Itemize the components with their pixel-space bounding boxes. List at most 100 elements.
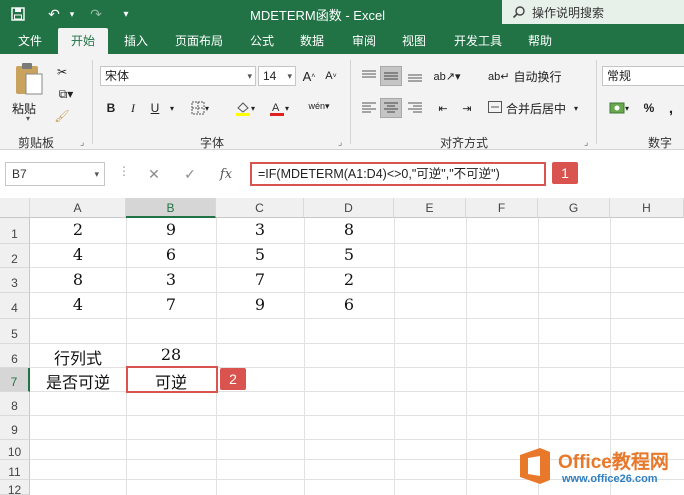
row-header-6[interactable]: 6 [0,344,30,368]
column-header-g[interactable]: G [538,198,610,218]
column-header-a[interactable]: A [30,198,126,218]
cell-a4[interactable]: 4 [30,295,126,314]
cell-b1[interactable]: 9 [126,220,216,239]
fill-color-icon[interactable]: ▾ [232,98,258,118]
cell-d2[interactable]: 5 [304,245,394,264]
cell-b4[interactable]: 7 [126,295,216,314]
alignment-group-label: 对齐方式 [440,136,489,150]
cell-a7[interactable]: 是否可逆 [30,369,126,393]
enter-icon[interactable]: ✓ [172,166,208,183]
row-header-5[interactable]: 5 [0,319,30,344]
decrease-indent-icon[interactable]: ⇤ [432,98,454,118]
row-header-1[interactable]: 1 [0,218,30,244]
tab-developer[interactable]: 开发工具 [444,28,512,54]
save-icon[interactable] [8,4,28,24]
cell-a3[interactable]: 8 [30,270,126,289]
increase-indent-icon[interactable]: ⇥ [456,98,478,118]
format-painter-icon[interactable]: 🖌 [52,106,72,126]
bold-button[interactable]: B [102,98,120,118]
redo-icon[interactable]: ↷ [86,4,106,24]
cell-d3[interactable]: 2 [304,270,394,289]
underline-dropdown-icon[interactable]: ▾ [166,98,178,118]
tab-page-layout[interactable]: 页面布局 [166,28,232,54]
cell-a2[interactable]: 4 [30,245,126,264]
cell-a6[interactable]: 行列式 [30,345,126,369]
row-header-9[interactable]: 9 [0,416,30,440]
cell-b7[interactable]: 可逆 [126,369,216,393]
tab-view[interactable]: 视图 [392,28,436,54]
row-header-4[interactable]: 4 [0,293,30,319]
cell-a1[interactable]: 2 [30,220,126,239]
underline-button[interactable]: U [146,98,164,118]
cell-d4[interactable]: 6 [304,295,394,314]
undo-dropdown-icon[interactable]: ▾ [62,4,82,24]
row-header-7[interactable]: 7 [0,368,30,392]
number-format-select[interactable]: 常规 [602,66,684,86]
clipboard-launcher-icon[interactable]: ⌟ [80,137,84,148]
formula-bar-grip-icon[interactable]: ⋮ [118,164,130,178]
column-header-c[interactable]: C [216,198,304,218]
tell-me-search[interactable]: 操作说明搜索 [502,0,684,24]
phonetic-icon[interactable]: wén▾ [306,96,332,116]
column-header-b[interactable]: B [126,198,216,218]
align-center-icon[interactable] [380,98,402,118]
font-size-select[interactable]: 14 ▾ [258,66,296,86]
align-middle-icon[interactable] [380,66,402,86]
font-launcher-icon[interactable]: ⌟ [338,137,342,148]
cell-c2[interactable]: 5 [216,245,304,264]
wrap-text-button[interactable]: ab↵ 自动换行 [488,66,568,86]
row-header-10[interactable]: 10 [0,440,30,460]
column-header-d[interactable]: D [304,198,394,218]
percent-style-button[interactable]: % [640,98,658,118]
cell-b3[interactable]: 3 [126,270,216,289]
group-divider [92,60,93,144]
cell-d1[interactable]: 8 [304,220,394,239]
grid-line [30,318,684,319]
merge-center-button[interactable]: 合并后居中 ▾ [488,98,584,118]
font-name-select[interactable]: 宋体 ▾ [100,66,256,86]
undo-icon[interactable]: ↶ [44,4,64,24]
alignment-launcher-icon[interactable]: ⌟ [584,137,588,148]
shrink-font-icon[interactable]: A ˅ [322,66,340,86]
tab-insert[interactable]: 插入 [114,28,158,54]
row-header-11[interactable]: 11 [0,460,30,480]
cancel-icon[interactable]: ✕ [136,166,172,183]
align-left-icon[interactable] [358,98,380,118]
paste-button[interactable]: 粘贴 ▾ [10,62,48,123]
accounting-format-icon[interactable]: ▾ [604,98,634,118]
row-header-3[interactable]: 3 [0,268,30,293]
cell-b6[interactable]: 28 [126,345,216,364]
tab-data[interactable]: 数据 [290,28,334,54]
tab-home[interactable]: 开始 [58,28,108,54]
customize-toolbar-icon[interactable]: ▾ [116,4,136,24]
cell-c4[interactable]: 9 [216,295,304,314]
borders-icon[interactable]: ▾ [188,98,212,118]
row-header-12[interactable]: 12 [0,480,30,495]
cell-c3[interactable]: 7 [216,270,304,289]
cell-c1[interactable]: 3 [216,220,304,239]
align-bottom-icon[interactable] [404,66,426,86]
tab-help[interactable]: 帮助 [518,28,562,54]
select-all-corner[interactable] [0,198,30,218]
italic-button[interactable]: I [124,98,142,118]
copy-icon[interactable]: ⧉▾ [52,84,80,104]
tab-review[interactable]: 审阅 [342,28,386,54]
orientation-icon[interactable]: ab↗▾ [432,66,462,86]
grow-font-icon[interactable]: A ˄ [300,66,318,86]
column-header-h[interactable]: H [610,198,684,218]
insert-function-icon[interactable]: fx [208,167,244,182]
tab-file[interactable]: 文件 [8,28,52,54]
cell-b2[interactable]: 6 [126,245,216,264]
name-box[interactable]: B7 ▾ [5,162,105,186]
column-header-e[interactable]: E [394,198,466,218]
tab-formulas[interactable]: 公式 [240,28,284,54]
align-right-icon[interactable] [404,98,426,118]
column-header-f[interactable]: F [466,198,538,218]
cut-icon[interactable]: ✂ [52,62,72,82]
formula-input[interactable]: =IF(MDETERM(A1:D4)<>0,"可逆","不可逆") [250,162,546,186]
font-color-icon[interactable]: A ▾ [266,98,292,118]
comma-style-button[interactable]: , [662,98,680,118]
align-top-icon[interactable] [358,66,380,86]
row-header-8[interactable]: 8 [0,392,30,416]
row-header-2[interactable]: 2 [0,244,30,268]
